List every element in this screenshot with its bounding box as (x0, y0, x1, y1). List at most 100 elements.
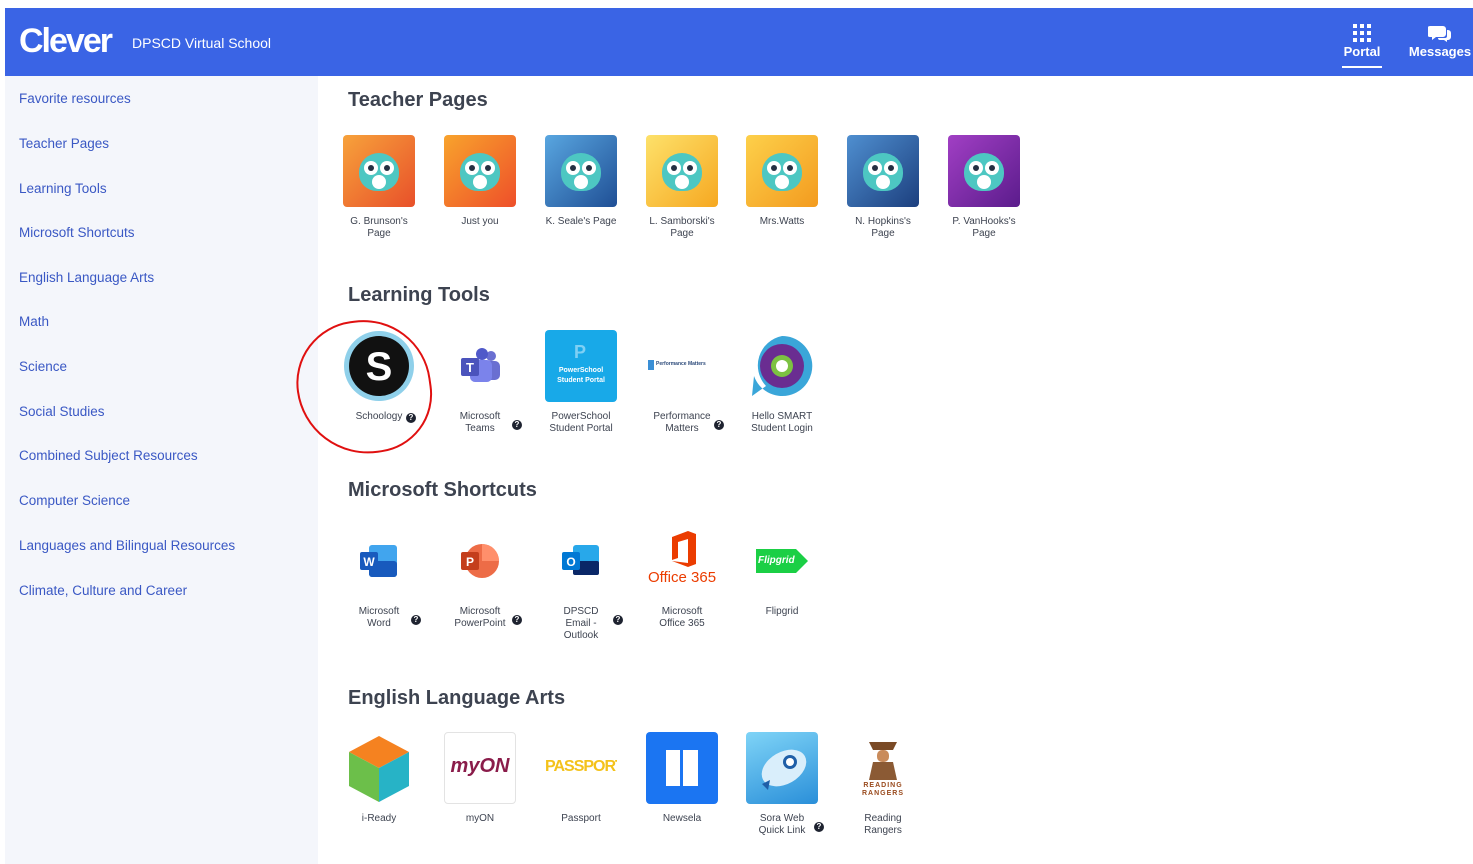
app-tile[interactable]: Mrs.Watts (732, 135, 832, 228)
section-title-teacher-pages: Teacher Pages (348, 89, 488, 111)
sidebar-item-science[interactable]: Science (19, 359, 67, 374)
sidebar-item-english-language-arts[interactable]: English Language Arts (19, 270, 154, 285)
app-tile[interactable]: G. Brunson's Page (329, 135, 429, 240)
app-label: Microsoft Office 365 (659, 606, 705, 629)
passport-icon: PASSPORT (545, 732, 617, 804)
nav-portal-label: Portal (1343, 44, 1381, 59)
app-window: Clever DPSCD Virtual School Portal Messa… (5, 8, 1473, 864)
sora-icon (746, 732, 818, 804)
sidebar-item-microsoft-shortcuts[interactable]: Microsoft Shortcuts (19, 225, 135, 240)
sidebar-item-favorite-resources[interactable]: Favorite resources (19, 91, 131, 106)
app-tile[interactable]: Flipgrid Flipgrid (732, 525, 832, 618)
performance-matters-tile-text: Performance Matters (656, 361, 706, 367)
app-tile[interactable]: P Microsoft PowerPoint ? (430, 525, 530, 630)
app-tile[interactable]: L. Samborski's Page (632, 135, 732, 240)
powerschool-tile-text: PowerSchool Student Portal (557, 367, 605, 384)
iready-cube-icon (343, 732, 415, 804)
chat-icon (1428, 26, 1451, 42)
sidebar-item-learning-tools[interactable]: Learning Tools (19, 181, 107, 196)
sidebar-item-climate-culture-career[interactable]: Climate, Culture and Career (19, 583, 187, 598)
app-tile[interactable]: T Microsoft Teams ? (430, 330, 530, 435)
sidebar-item-teacher-pages[interactable]: Teacher Pages (19, 136, 109, 151)
app-tile[interactable]: i-Ready (329, 732, 429, 825)
app-tile[interactable]: W Microsoft Word ? (329, 525, 429, 630)
app-label: Passport (561, 813, 601, 824)
powerpoint-icon: P (444, 525, 516, 597)
app-tile[interactable]: Performance Matters Performance Matters … (632, 330, 732, 435)
app-label: DPSCD Email - Outlook (563, 606, 599, 641)
app-label: Microsoft Teams (459, 411, 501, 434)
app-tile[interactable]: Sora Web Quick Link ? (732, 732, 832, 837)
owl-icon (847, 135, 919, 207)
app-tile[interactable]: PASSPORT Passport (531, 732, 631, 825)
app-tile[interactable]: N. Hopkins's Page (833, 135, 933, 240)
myon-tile-text: myON (450, 755, 510, 777)
sidebar-item-computer-science[interactable]: Computer Science (19, 493, 130, 508)
app-label: N. Hopkins's Page (855, 216, 911, 239)
owl-icon (343, 135, 415, 207)
flipgrid-icon: Flipgrid (746, 525, 818, 597)
app-label: Sora Web Quick Link (758, 813, 806, 836)
word-tile-text: W (363, 555, 375, 569)
owl-icon (746, 135, 818, 207)
sidebar: Favorite resources Teacher Pages Learnin… (5, 76, 318, 864)
help-icon[interactable]: ? (411, 615, 421, 625)
app-tile[interactable]: READING RANGERS Reading Rangers (833, 732, 933, 837)
help-icon[interactable]: ? (814, 822, 824, 832)
app-label: Microsoft Word (358, 606, 400, 629)
office365-icon: Office 365 (646, 525, 718, 597)
sidebar-item-languages-bilingual[interactable]: Languages and Bilingual Resources (19, 538, 235, 553)
sidebar-item-social-studies[interactable]: Social Studies (19, 404, 105, 419)
app-label: Performance Matters (653, 411, 711, 434)
app-label: Mrs.Watts (759, 216, 805, 227)
app-label: myON (465, 813, 495, 824)
app-tile[interactable]: Hello SMART Student Login (732, 330, 832, 435)
flipgrid-tile-text: Flipgrid (758, 555, 795, 566)
newsela-icon (646, 732, 718, 804)
app-tile[interactable]: O DPSCD Email - Outlook ? (531, 525, 631, 642)
reading-rangers-tile-text: READING RANGERS (861, 782, 904, 797)
svg-text:T: T (466, 360, 474, 375)
powerpoint-tile-text: P (466, 555, 474, 569)
app-tile[interactable]: myON myON (430, 732, 530, 825)
help-icon[interactable]: ? (714, 420, 724, 430)
app-label: K. Seale's Page (545, 216, 617, 227)
clever-logo[interactable]: Clever (19, 22, 113, 61)
grid-icon (1353, 24, 1371, 42)
nav-messages-label: Messages (1408, 44, 1472, 59)
app-label: Flipgrid (765, 606, 799, 617)
app-tile[interactable]: Just you (430, 135, 530, 228)
app-label: G. Brunson's Page (350, 216, 408, 239)
nav-messages[interactable]: Messages (1405, 24, 1473, 59)
owl-icon (444, 135, 516, 207)
district-name: DPSCD Virtual School (132, 35, 272, 51)
app-tile[interactable]: P. VanHooks's Page (934, 135, 1034, 240)
app-tile[interactable]: P PowerSchool Student Portal PowerSchool… (531, 330, 631, 435)
nav-portal[interactable]: Portal (1339, 24, 1385, 68)
help-icon[interactable]: ? (512, 420, 522, 430)
help-icon[interactable]: ? (613, 615, 623, 625)
sidebar-item-combined-subject-resources[interactable]: Combined Subject Resources (19, 448, 198, 463)
app-label: Microsoft PowerPoint (454, 606, 506, 629)
word-icon: W (343, 525, 415, 597)
app-label: PowerSchool Student Portal (549, 411, 613, 434)
help-icon[interactable]: ? (512, 615, 522, 625)
outlook-tile-text: O (566, 555, 575, 569)
owl-icon (545, 135, 617, 207)
app-tile[interactable]: Newsela (632, 732, 732, 825)
app-label: Hello SMART Student Login (751, 411, 813, 434)
hello-smart-icon (746, 330, 818, 402)
section-title-english-language-arts: English Language Arts (348, 687, 566, 709)
app-tile[interactable]: Office 365 Microsoft Office 365 (632, 525, 732, 630)
section-title-microsoft-shortcuts: Microsoft Shortcuts (348, 479, 537, 501)
app-label: L. Samborski's Page (649, 216, 715, 239)
myon-icon: myON (444, 732, 516, 804)
section-title-learning-tools: Learning Tools (348, 284, 490, 306)
powerschool-icon: P PowerSchool Student Portal (545, 330, 617, 402)
office365-tile-text: Office 365 (647, 569, 717, 586)
owl-icon (948, 135, 1020, 207)
sidebar-item-math[interactable]: Math (19, 314, 49, 329)
app-label: P. VanHooks's Page (952, 216, 1016, 239)
performance-matters-icon: Performance Matters (646, 330, 718, 402)
app-tile[interactable]: K. Seale's Page (531, 135, 631, 228)
